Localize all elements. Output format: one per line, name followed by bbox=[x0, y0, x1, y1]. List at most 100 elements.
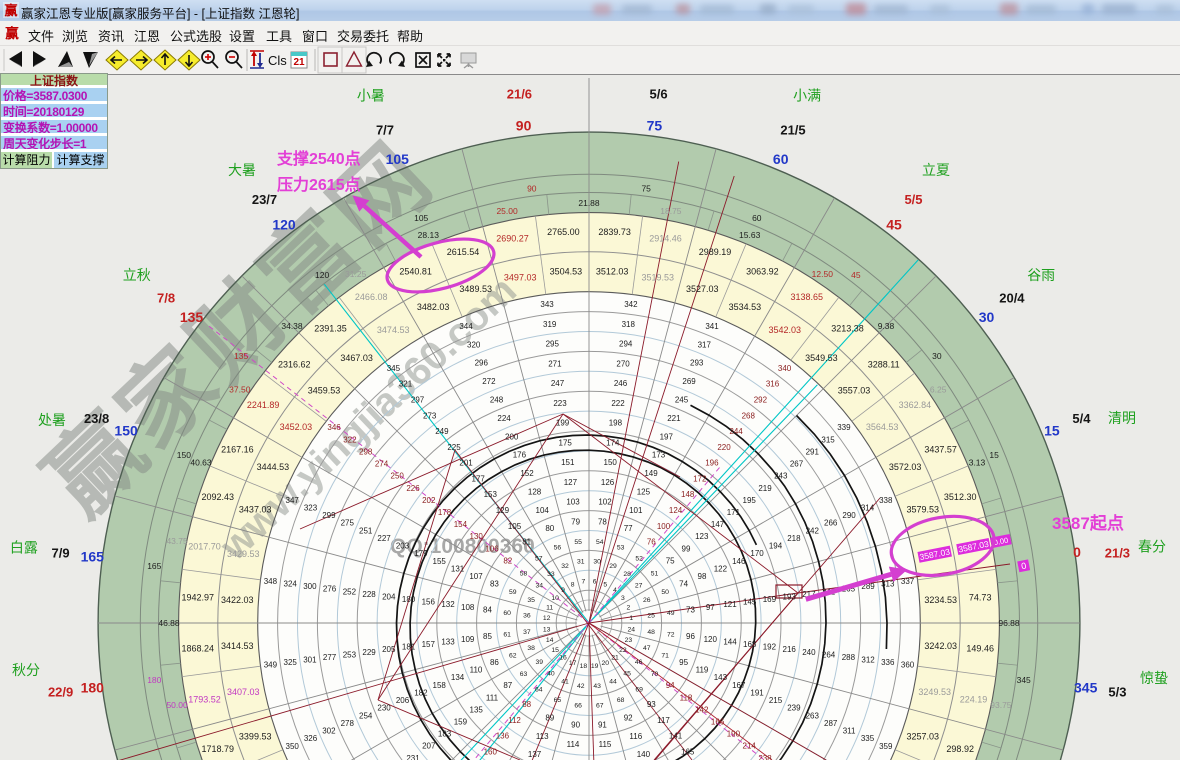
svg-text:325: 325 bbox=[284, 658, 298, 667]
svg-text:222: 222 bbox=[611, 399, 625, 408]
svg-text:3407.03: 3407.03 bbox=[227, 687, 260, 697]
svg-text:4: 4 bbox=[613, 587, 617, 594]
svg-text:242: 242 bbox=[806, 526, 820, 535]
svg-text:21/5: 21/5 bbox=[780, 123, 805, 138]
svg-text:324: 324 bbox=[284, 580, 298, 589]
svg-text:200: 200 bbox=[505, 432, 519, 441]
svg-text:246: 246 bbox=[614, 379, 628, 388]
svg-text:202: 202 bbox=[422, 496, 436, 505]
svg-text:294: 294 bbox=[619, 340, 633, 349]
svg-text:3474.53: 3474.53 bbox=[377, 325, 410, 335]
svg-text:81: 81 bbox=[522, 538, 531, 547]
svg-text:127: 127 bbox=[564, 478, 578, 487]
svg-text:3.13: 3.13 bbox=[969, 457, 986, 467]
svg-text:83: 83 bbox=[490, 580, 499, 589]
svg-text:立秋: 立秋 bbox=[123, 267, 151, 283]
svg-text:311: 311 bbox=[843, 727, 856, 736]
svg-text:47: 47 bbox=[643, 645, 651, 652]
svg-text:1793.52: 1793.52 bbox=[188, 695, 221, 705]
svg-text:42: 42 bbox=[577, 683, 585, 690]
svg-text:133: 133 bbox=[441, 637, 455, 646]
svg-text:大暑: 大暑 bbox=[228, 162, 256, 178]
svg-text:70: 70 bbox=[651, 671, 659, 678]
svg-text:6: 6 bbox=[593, 579, 597, 586]
svg-text:13: 13 bbox=[543, 626, 551, 633]
svg-text:109: 109 bbox=[461, 635, 475, 644]
svg-text:117: 117 bbox=[657, 716, 670, 725]
svg-text:93.75: 93.75 bbox=[990, 700, 1012, 710]
svg-text:312: 312 bbox=[861, 656, 875, 665]
svg-text:3362.84: 3362.84 bbox=[899, 400, 932, 410]
svg-text:3249.53: 3249.53 bbox=[918, 687, 951, 697]
svg-text:251: 251 bbox=[359, 526, 373, 535]
svg-text:268: 268 bbox=[742, 411, 756, 420]
svg-text:小暑: 小暑 bbox=[357, 87, 385, 103]
svg-text:25: 25 bbox=[647, 613, 655, 620]
svg-text:87: 87 bbox=[503, 681, 512, 690]
svg-text:299: 299 bbox=[322, 511, 336, 520]
svg-text:180: 180 bbox=[81, 679, 105, 695]
svg-text:178: 178 bbox=[438, 508, 452, 517]
svg-text:3497.03: 3497.03 bbox=[504, 272, 537, 282]
svg-text:345: 345 bbox=[387, 364, 401, 373]
svg-text:3534.53: 3534.53 bbox=[729, 302, 762, 312]
svg-text:68: 68 bbox=[617, 697, 625, 704]
svg-text:183: 183 bbox=[438, 730, 452, 739]
svg-text:71: 71 bbox=[661, 652, 669, 659]
svg-text:322: 322 bbox=[343, 435, 357, 444]
svg-text:290: 290 bbox=[842, 511, 856, 520]
svg-text:155: 155 bbox=[433, 557, 447, 566]
svg-text:335: 335 bbox=[861, 734, 875, 743]
svg-text:3429.53: 3429.53 bbox=[227, 549, 260, 559]
svg-text:349: 349 bbox=[264, 661, 278, 670]
svg-text:3288.11: 3288.11 bbox=[868, 360, 900, 370]
svg-text:54: 54 bbox=[596, 539, 604, 546]
svg-text:194: 194 bbox=[769, 542, 783, 551]
svg-text:19: 19 bbox=[591, 663, 599, 670]
svg-text:3213.38: 3213.38 bbox=[831, 323, 864, 333]
svg-text:225: 225 bbox=[447, 443, 461, 452]
svg-text:171: 171 bbox=[727, 508, 741, 517]
svg-text:2391.35: 2391.35 bbox=[314, 323, 347, 333]
svg-text:170: 170 bbox=[750, 549, 764, 558]
svg-text:272: 272 bbox=[482, 377, 496, 386]
svg-text:2690.27: 2690.27 bbox=[496, 234, 529, 244]
svg-text:53: 53 bbox=[617, 545, 625, 552]
svg-text:348: 348 bbox=[264, 577, 278, 586]
svg-text:266: 266 bbox=[824, 519, 838, 528]
svg-text:80: 80 bbox=[545, 524, 554, 533]
svg-text:125: 125 bbox=[637, 487, 651, 496]
svg-text:135: 135 bbox=[470, 705, 484, 714]
svg-text:115: 115 bbox=[599, 740, 612, 749]
svg-text:144: 144 bbox=[723, 637, 737, 646]
svg-text:3437.57: 3437.57 bbox=[924, 445, 957, 455]
svg-text:338: 338 bbox=[879, 496, 893, 505]
svg-text:15: 15 bbox=[989, 450, 999, 460]
svg-text:168: 168 bbox=[743, 640, 757, 649]
svg-text:275: 275 bbox=[341, 519, 355, 528]
svg-text:3422.03: 3422.03 bbox=[221, 595, 254, 605]
svg-text:150: 150 bbox=[177, 450, 191, 460]
svg-text:3444.53: 3444.53 bbox=[257, 462, 290, 472]
svg-text:压力2615点: 压力2615点 bbox=[277, 175, 361, 194]
svg-text:244: 244 bbox=[729, 427, 743, 436]
svg-text:112: 112 bbox=[508, 716, 521, 725]
svg-text:302: 302 bbox=[322, 727, 336, 736]
svg-text:300: 300 bbox=[303, 582, 317, 591]
svg-text:79: 79 bbox=[571, 517, 580, 526]
svg-text:223: 223 bbox=[553, 399, 567, 408]
svg-text:218: 218 bbox=[787, 534, 801, 543]
svg-text:12.50: 12.50 bbox=[812, 269, 834, 279]
svg-text:20: 20 bbox=[602, 660, 610, 667]
svg-text:1942.97: 1942.97 bbox=[182, 592, 215, 602]
svg-text:3234.53: 3234.53 bbox=[924, 595, 957, 605]
svg-text:20/4: 20/4 bbox=[999, 291, 1025, 306]
svg-text:秋分: 秋分 bbox=[12, 662, 40, 678]
svg-text:30: 30 bbox=[593, 559, 601, 566]
svg-text:180: 180 bbox=[147, 675, 161, 685]
svg-text:131: 131 bbox=[451, 564, 465, 573]
svg-text:179: 179 bbox=[414, 549, 428, 558]
svg-text:135: 135 bbox=[234, 351, 248, 361]
svg-text:10: 10 bbox=[551, 595, 559, 602]
svg-text:9: 9 bbox=[561, 587, 565, 594]
